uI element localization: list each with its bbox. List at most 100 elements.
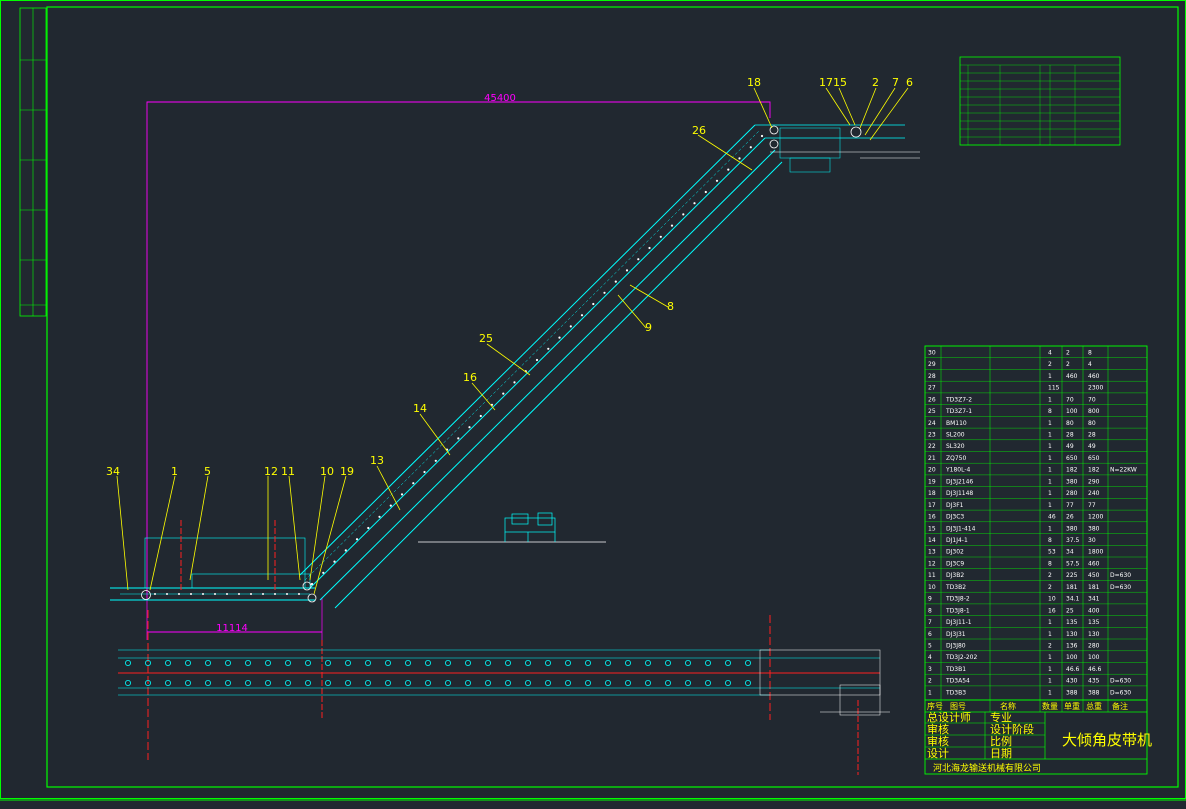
parts-cell: Y180L-4 (945, 467, 971, 474)
center-lines (118, 520, 880, 775)
parts-cell: 18 (928, 490, 936, 497)
parts-cell: 650 (1088, 455, 1100, 462)
parts-cell: SL200 (946, 432, 965, 439)
idler-dot (693, 202, 696, 205)
parts-cell: TD3Z7-2 (945, 396, 972, 403)
parts-cell: DJ3F1 (946, 502, 964, 509)
idler-dot (670, 224, 674, 227)
idler-dot (378, 515, 381, 518)
parts-cell: 136 (1066, 643, 1078, 650)
callout-label: 7 (892, 76, 899, 89)
callout-label: 2 (872, 76, 879, 89)
parts-cell: DJ1J4-1 (946, 537, 968, 544)
idler-dot (592, 302, 595, 306)
bolt-hole (525, 660, 532, 667)
idler-dot (648, 246, 651, 250)
parts-cell: 388 (1088, 689, 1100, 696)
idler-dot (389, 504, 392, 507)
parts-cell: 1800 (1088, 549, 1103, 556)
bolt-hole (464, 660, 471, 667)
bolt-hole (344, 660, 351, 667)
parts-cell: 115 (1048, 385, 1060, 392)
parts-cell: 46 (1048, 514, 1056, 521)
idler-dot (502, 392, 505, 395)
parts-cell: 9 (928, 596, 932, 603)
parts-cell: 135 (1088, 619, 1100, 626)
parts-cell: 460 (1088, 560, 1100, 567)
parts-cell: 280 (1066, 490, 1078, 497)
parts-cell: D=630 (1110, 584, 1131, 591)
idler-dot (423, 470, 426, 474)
parts-cell: 1 (1048, 666, 1052, 673)
bolt-hole (364, 660, 371, 667)
bolt-hole (284, 660, 291, 667)
bolt-hole (244, 660, 251, 667)
idler-dot (286, 593, 288, 595)
title-label: 比例 (990, 734, 1012, 748)
bolt-hole (244, 680, 251, 687)
parts-cell: DJ3J1148 (946, 490, 973, 497)
idler-dot (704, 190, 707, 194)
parts-cell: SL320 (946, 443, 965, 450)
title-label: 专业 (990, 710, 1012, 724)
parts-cell: 15 (928, 525, 936, 532)
bolt-hole (705, 680, 712, 687)
drawing-title: 大倾角皮带机 (1062, 731, 1152, 749)
callout-label: 11 (281, 465, 295, 478)
idler-dot (749, 146, 752, 149)
idler-dot (603, 291, 606, 294)
idler-dot (355, 538, 359, 541)
parts-cell: 77 (1066, 502, 1074, 509)
parts-cell: 46.6 (1088, 666, 1102, 673)
parts-cell: DJ3C3 (946, 514, 964, 521)
parts-cell: DJ3J2146 (946, 478, 973, 485)
idler-dot (682, 213, 685, 216)
parts-cell: 10 (928, 584, 936, 591)
callout-label: 5 (204, 465, 211, 478)
parts-cell: 1 (1048, 396, 1052, 403)
parts-cell: 29 (928, 361, 936, 368)
parts-cell: 1 (1048, 467, 1052, 474)
idler-dot (412, 482, 415, 485)
bolt-hole (224, 680, 231, 687)
callout-label: 15 (833, 76, 847, 89)
parts-cell: 80 (1066, 420, 1074, 427)
parts-cell: 388 (1066, 689, 1078, 696)
parts-cell: 1 (1048, 525, 1052, 532)
parts-cell: 11 (928, 572, 936, 579)
idler-dot (250, 593, 252, 595)
bolt-hole (725, 680, 732, 687)
idler-dot (727, 168, 730, 171)
parts-cell: 181 (1066, 584, 1078, 591)
parts-cell: 1 (1048, 373, 1052, 380)
parts-cell: 290 (1088, 478, 1100, 485)
parts-cell: 1 (1048, 619, 1052, 626)
cad-drawing-canvas[interactable]: 45400 11114 34 1 5 12 11 10 19 13 14 16 … (0, 0, 1186, 809)
parts-cell: 380 (1066, 478, 1078, 485)
parts-cell: 4 (1048, 349, 1052, 356)
parts-cell: 225 (1066, 572, 1078, 579)
parts-cell: 10 (1048, 596, 1056, 603)
parts-cell: 27 (928, 385, 936, 392)
idler-dot (367, 526, 370, 530)
idler-dot (274, 593, 276, 595)
parts-cell: 16 (1048, 607, 1056, 614)
bolt-hole (625, 660, 632, 667)
parts-cell: 20 (928, 467, 936, 474)
callout-label: 9 (645, 321, 652, 334)
idler-dot (322, 571, 325, 574)
bolt-hole (565, 680, 572, 687)
parts-cell: 24 (928, 420, 936, 427)
parts-cell: 1 (1048, 432, 1052, 439)
parts-cell: 28 (1088, 432, 1096, 439)
bolt-hole (645, 660, 652, 667)
conveyor-belt (110, 124, 920, 609)
parts-cell: 130 (1066, 631, 1078, 638)
title-label: 设计 (927, 747, 949, 760)
left-margin-strip (19, 7, 47, 317)
pulleys (141, 125, 862, 603)
bolt-hole (324, 680, 331, 687)
bolt-hole (164, 680, 171, 687)
bolt-hole (384, 660, 391, 667)
idler-dot (637, 258, 640, 261)
